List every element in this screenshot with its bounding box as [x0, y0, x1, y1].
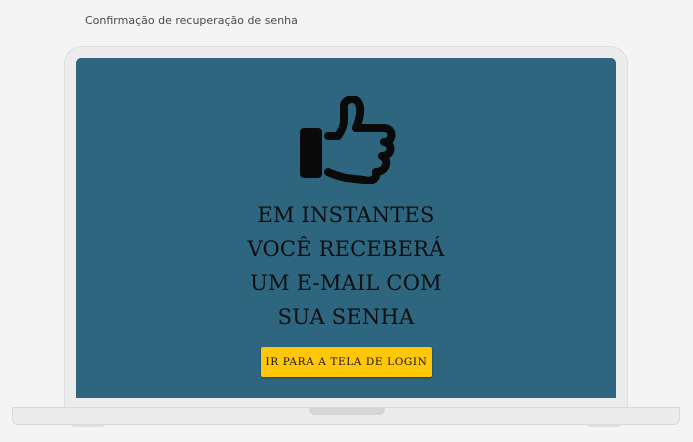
confirmation-message: EM INSTANTES VOCÊ RECEBERÁ UM E-MAIL COM… — [76, 198, 616, 334]
laptop-screen: EM INSTANTES VOCÊ RECEBERÁ UM E-MAIL COM… — [76, 58, 616, 398]
message-line: VOCÊ RECEBERÁ — [247, 237, 445, 261]
go-to-login-button[interactable]: IR PARA A TELA DE LOGIN — [261, 347, 432, 377]
page-label: Confirmação de recuperação de senha — [85, 14, 298, 27]
message-line: EM INSTANTES — [257, 203, 435, 227]
laptop-base — [12, 407, 680, 425]
thumbs-up-icon — [300, 96, 396, 184]
laptop-foot — [588, 425, 620, 427]
laptop-foot — [72, 425, 104, 427]
laptop-base-notch — [309, 408, 385, 415]
message-line: UM E-MAIL COM — [250, 271, 442, 295]
message-line: SUA SENHA — [277, 305, 415, 329]
